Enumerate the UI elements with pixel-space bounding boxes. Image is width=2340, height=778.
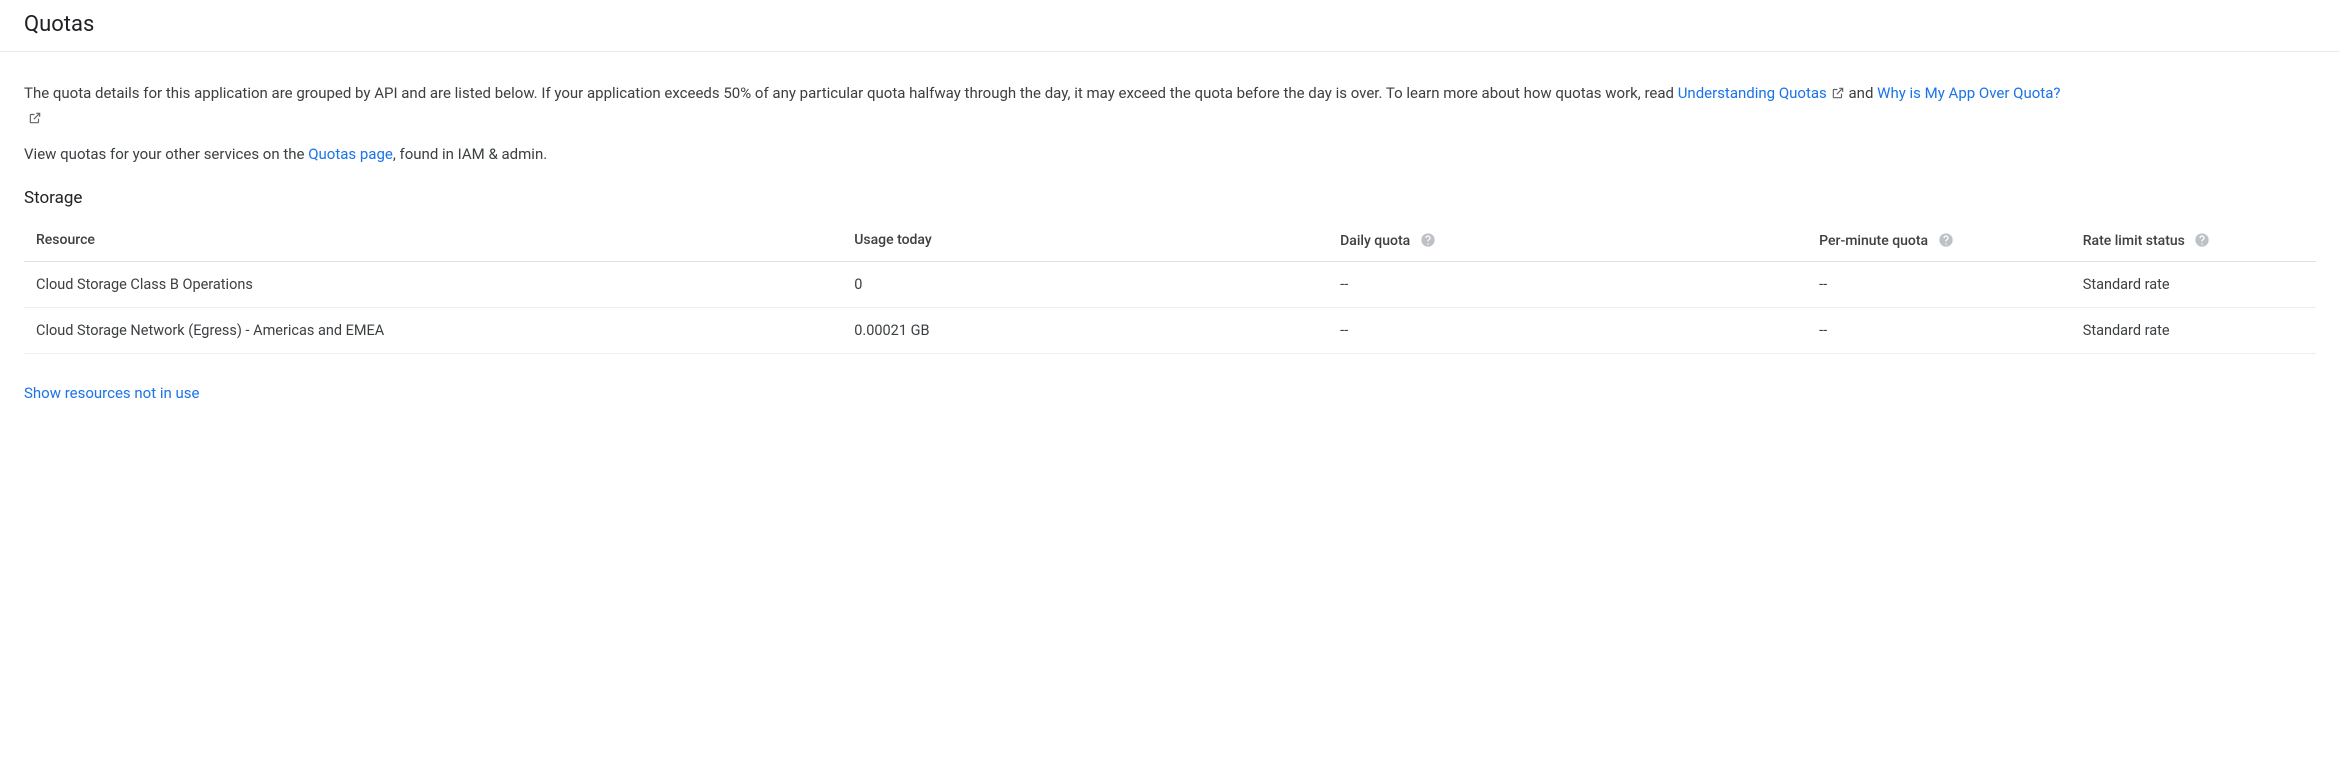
why-over-quota-link-label: Why is My App Over Quota? [1877, 84, 2060, 102]
table-row: Cloud Storage Class B Operations 0 -- --… [24, 261, 2316, 307]
storage-section-heading: Storage [24, 188, 2316, 208]
cell-daily: -- [1328, 261, 1807, 307]
help-icon[interactable] [1420, 232, 1436, 248]
show-resources-not-in-use-link[interactable]: Show resources not in use [24, 384, 199, 402]
cell-status: Standard rate [2071, 307, 2316, 353]
col-header-usage: Usage today [842, 222, 1328, 262]
cell-usage: 0.00021 GB [842, 307, 1328, 353]
cell-minute: -- [1807, 261, 2071, 307]
col-header-resource: Resource [24, 222, 842, 262]
quotas-page-link-label: Quotas page [308, 145, 393, 163]
intro-text-1: The quota details for this application a… [24, 84, 1678, 102]
cell-usage: 0 [842, 261, 1328, 307]
quota-table: Resource Usage today Daily quota Per-min… [24, 222, 2316, 354]
page-header: Quotas [0, 0, 2340, 52]
col-header-minute-label: Per-minute quota [1819, 233, 1928, 249]
main-content: The quota details for this application a… [0, 52, 2340, 402]
quotas-page-link[interactable]: Quotas page [308, 145, 393, 163]
col-header-status: Rate limit status [2071, 222, 2316, 262]
external-link-icon [28, 109, 42, 132]
cell-resource: Cloud Storage Network (Egress) - America… [24, 307, 842, 353]
understanding-quotas-link-label: Understanding Quotas [1678, 84, 1827, 102]
cell-daily: -- [1328, 307, 1807, 353]
cell-minute: -- [1807, 307, 2071, 353]
col-header-daily: Daily quota [1328, 222, 1807, 262]
understanding-quotas-link[interactable]: Understanding Quotas [1678, 84, 1845, 102]
col-header-minute: Per-minute quota [1807, 222, 2071, 262]
external-link-icon [1831, 84, 1845, 107]
table-header-row: Resource Usage today Daily quota Per-min… [24, 222, 2316, 262]
intro2-before: View quotas for your other services on t… [24, 145, 308, 163]
help-icon[interactable] [1938, 232, 1954, 248]
col-header-status-label: Rate limit status [2083, 233, 2185, 249]
page-title: Quotas [24, 12, 2316, 37]
cell-resource: Cloud Storage Class B Operations [24, 261, 842, 307]
intro2-after: , found in IAM & admin. [393, 145, 547, 163]
col-header-daily-label: Daily quota [1340, 233, 1410, 249]
intro-between: and [1849, 84, 1878, 102]
table-row: Cloud Storage Network (Egress) - America… [24, 307, 2316, 353]
intro-paragraph-1: The quota details for this application a… [24, 82, 2074, 133]
cell-status: Standard rate [2071, 261, 2316, 307]
intro-paragraph-2: View quotas for your other services on t… [24, 143, 2316, 166]
help-icon[interactable] [2194, 232, 2210, 248]
